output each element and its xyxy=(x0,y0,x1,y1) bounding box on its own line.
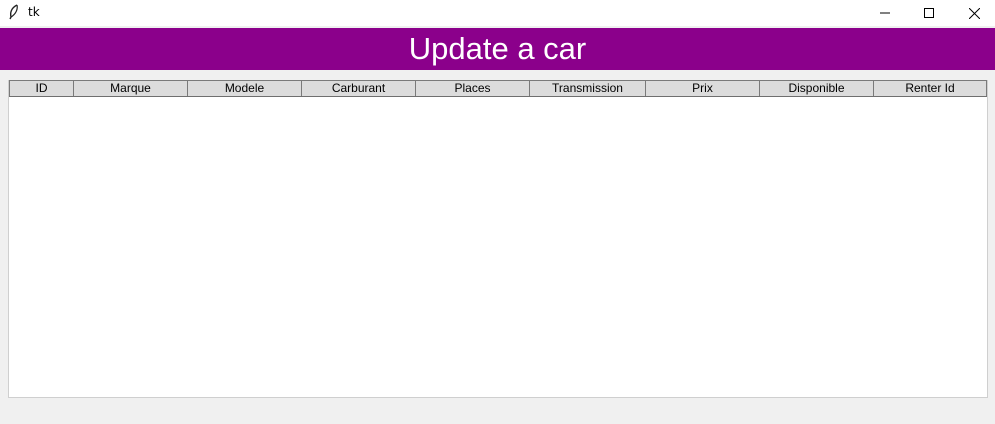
window-titlebar[interactable]: tk xyxy=(0,0,995,26)
page-title: Update a car xyxy=(408,31,587,66)
cars-table[interactable]: ID Marque Modele Carburant Places Transm… xyxy=(8,80,988,398)
maximize-icon xyxy=(924,8,934,18)
column-header-prix[interactable]: Prix xyxy=(646,80,760,96)
column-header-disponible[interactable]: Disponible xyxy=(760,80,874,96)
close-button[interactable] xyxy=(951,0,995,26)
column-header-renter-id[interactable]: Renter Id xyxy=(874,80,987,96)
maximize-button[interactable] xyxy=(906,0,952,26)
window-title: tk xyxy=(28,5,40,19)
close-icon xyxy=(968,7,980,19)
table-header: ID Marque Modele Carburant Places Transm… xyxy=(9,80,987,97)
column-header-id[interactable]: ID xyxy=(9,80,74,96)
column-header-carburant[interactable]: Carburant xyxy=(302,80,416,96)
column-header-marque[interactable]: Marque xyxy=(74,80,188,96)
feather-icon xyxy=(7,4,21,20)
column-header-places[interactable]: Places xyxy=(416,80,530,96)
page-header: Update a car xyxy=(0,28,995,70)
minimize-icon xyxy=(880,8,890,18)
column-header-modele[interactable]: Modele xyxy=(188,80,302,96)
table-body[interactable] xyxy=(9,97,987,397)
minimize-button[interactable] xyxy=(862,0,908,26)
column-header-transmission[interactable]: Transmission xyxy=(530,80,646,96)
